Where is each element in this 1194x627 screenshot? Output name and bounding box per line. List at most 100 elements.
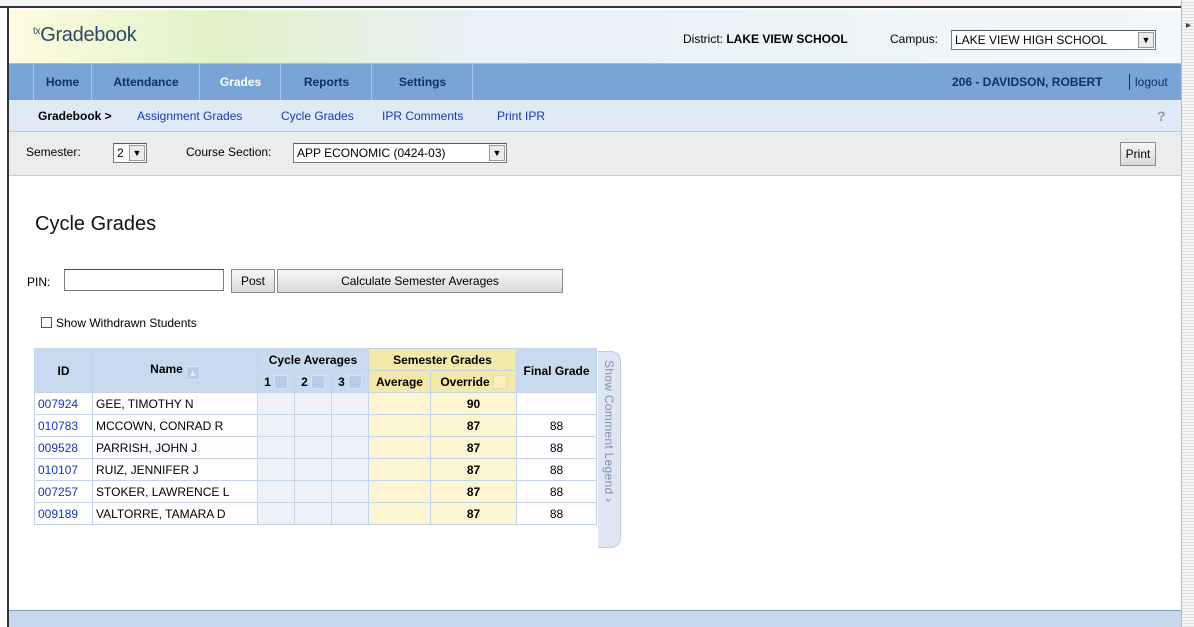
nav-settings[interactable]: Settings [373, 64, 473, 101]
sort-icon[interactable] [310, 374, 325, 389]
cycle-2-cell[interactable] [294, 414, 332, 437]
student-id-link[interactable]: 010107 [38, 463, 78, 477]
student-id[interactable]: 007924 [34, 392, 93, 415]
district-label: District: [683, 32, 723, 46]
student-id[interactable]: 010107 [34, 458, 93, 481]
cycle-2-cell[interactable] [294, 436, 332, 459]
chevron-down-icon[interactable]: ▼ [1138, 32, 1154, 48]
show-withdrawn-toggle[interactable]: Show Withdrawn Students [41, 316, 197, 330]
col-cycle-1[interactable]: 1 [257, 370, 295, 393]
student-id-link[interactable]: 007924 [38, 397, 78, 411]
student-id[interactable]: 007257 [34, 480, 93, 503]
col-cycle-2[interactable]: 2 [294, 370, 332, 393]
final-grade-cell: 88 [516, 414, 597, 437]
pin-label: PIN: [27, 275, 51, 289]
help-icon[interactable]: ? [1157, 108, 1171, 124]
cycle-1-cell[interactable] [257, 502, 295, 525]
district-value: LAKE VIEW SCHOOL [726, 32, 848, 46]
average-cell [368, 458, 431, 481]
post-button[interactable]: Post [231, 269, 275, 293]
chevron-down-icon[interactable]: ▼ [489, 145, 505, 161]
course-section-select[interactable]: APP ECONOMIC (0424-03) ▼ [293, 143, 507, 163]
chevron-down-icon[interactable]: ▼ [129, 145, 145, 161]
final-grade-cell: 88 [516, 436, 597, 459]
footer-bar [9, 610, 1181, 627]
nav-home[interactable]: Home [34, 64, 92, 101]
scroll-right-icon[interactable]: ▸ [1183, 20, 1194, 31]
campus-select[interactable]: LAKE VIEW HIGH SCHOOL ▼ [951, 30, 1156, 50]
link-cycle-grades[interactable]: Cycle Grades [281, 100, 354, 132]
cycle-3-cell[interactable] [331, 480, 369, 503]
app-header: txGradebook District: LAKE VIEW SCHOOL C… [9, 10, 1181, 63]
comment-legend-tab[interactable]: Show Comment Legend › [598, 351, 621, 548]
student-name: GEE, TIMOTHY N [92, 392, 258, 415]
cycle-1-cell[interactable] [257, 458, 295, 481]
show-withdrawn-checkbox[interactable] [41, 317, 52, 328]
cycle-1-cell[interactable] [257, 392, 295, 415]
comment-legend-label: Show Comment Legend › [602, 360, 616, 503]
cycle-2-label: 2 [301, 374, 308, 389]
col-final-grade[interactable]: Final Grade [516, 348, 597, 393]
sort-icon[interactable] [492, 374, 507, 389]
nav-grades[interactable]: Grades [201, 64, 281, 101]
comment-legend-text: Show Comment Legend [602, 360, 616, 495]
link-assignment-grades[interactable]: Assignment Grades [137, 100, 242, 132]
override-cell[interactable]: 87 [430, 480, 517, 503]
col-name[interactable]: Name ▲ [92, 348, 258, 393]
col-cycle-3[interactable]: 3 [331, 370, 369, 393]
link-ipr-comments[interactable]: IPR Comments [382, 100, 463, 132]
user-divider [1129, 74, 1130, 90]
student-id[interactable]: 009528 [34, 436, 93, 459]
override-cell[interactable]: 87 [430, 414, 517, 437]
override-cell[interactable]: 90 [430, 392, 517, 415]
cycle-3-cell[interactable] [331, 458, 369, 481]
override-cell[interactable]: 87 [430, 436, 517, 459]
nav-attendance[interactable]: Attendance [93, 64, 200, 101]
col-override[interactable]: Override [430, 370, 517, 393]
cycle-2-cell[interactable] [294, 458, 332, 481]
cycle-3-cell[interactable] [331, 414, 369, 437]
semester-select[interactable]: 2 ▼ [113, 143, 147, 163]
breadcrumb[interactable]: Gradebook > [38, 100, 112, 132]
student-id[interactable]: 010783 [34, 414, 93, 437]
student-id[interactable]: 009189 [34, 502, 93, 525]
final-grade-label: Final Grade [523, 363, 590, 378]
nav-reports[interactable]: Reports [282, 64, 372, 101]
cycle-2-cell[interactable] [294, 392, 332, 415]
sort-asc-icon[interactable]: ▲ [185, 365, 200, 380]
cycle-1-cell[interactable] [257, 480, 295, 503]
cycle-3-cell[interactable] [331, 502, 369, 525]
sort-icon[interactable] [273, 374, 288, 389]
link-print-ipr[interactable]: Print IPR [497, 100, 545, 132]
app-logo: txGradebook [33, 24, 137, 47]
override-cell[interactable]: 87 [430, 458, 517, 481]
col-id-label: ID [57, 363, 70, 378]
scrollbar[interactable]: ▸ [1181, 0, 1194, 627]
student-id-link[interactable]: 010783 [38, 419, 78, 433]
logout-link[interactable]: logout [1135, 64, 1168, 101]
student-id-link[interactable]: 009528 [38, 441, 78, 455]
calculate-semester-averages-button[interactable]: Calculate Semester Averages [277, 269, 563, 293]
cycle-1-cell[interactable] [257, 414, 295, 437]
average-cell [368, 392, 431, 415]
average-cell [368, 480, 431, 503]
pin-input[interactable] [64, 269, 224, 291]
cycle-2-cell[interactable] [294, 502, 332, 525]
student-id-link[interactable]: 007257 [38, 485, 78, 499]
override-cell[interactable]: 87 [430, 502, 517, 525]
sort-icon[interactable] [347, 374, 362, 389]
table-row: 009189 VALTORRE, TAMARA D 87 88 [34, 502, 597, 525]
cycle-1-cell[interactable] [257, 436, 295, 459]
table-row: 007257 STOKER, LAWRENCE L 87 88 [34, 480, 597, 503]
table-row: 007924 GEE, TIMOTHY N 90 [34, 392, 597, 415]
print-button[interactable]: Print [1120, 142, 1156, 166]
cycle-3-cell[interactable] [331, 392, 369, 415]
col-cycle-averages: Cycle Averages [257, 348, 369, 371]
col-average[interactable]: Average [368, 370, 431, 393]
student-name: PARRISH, JOHN J [92, 436, 258, 459]
student-id-link[interactable]: 009189 [38, 507, 78, 521]
cycle-3-cell[interactable] [331, 436, 369, 459]
course-section-label: Course Section: [186, 145, 272, 159]
col-id[interactable]: ID [34, 348, 93, 393]
cycle-2-cell[interactable] [294, 480, 332, 503]
